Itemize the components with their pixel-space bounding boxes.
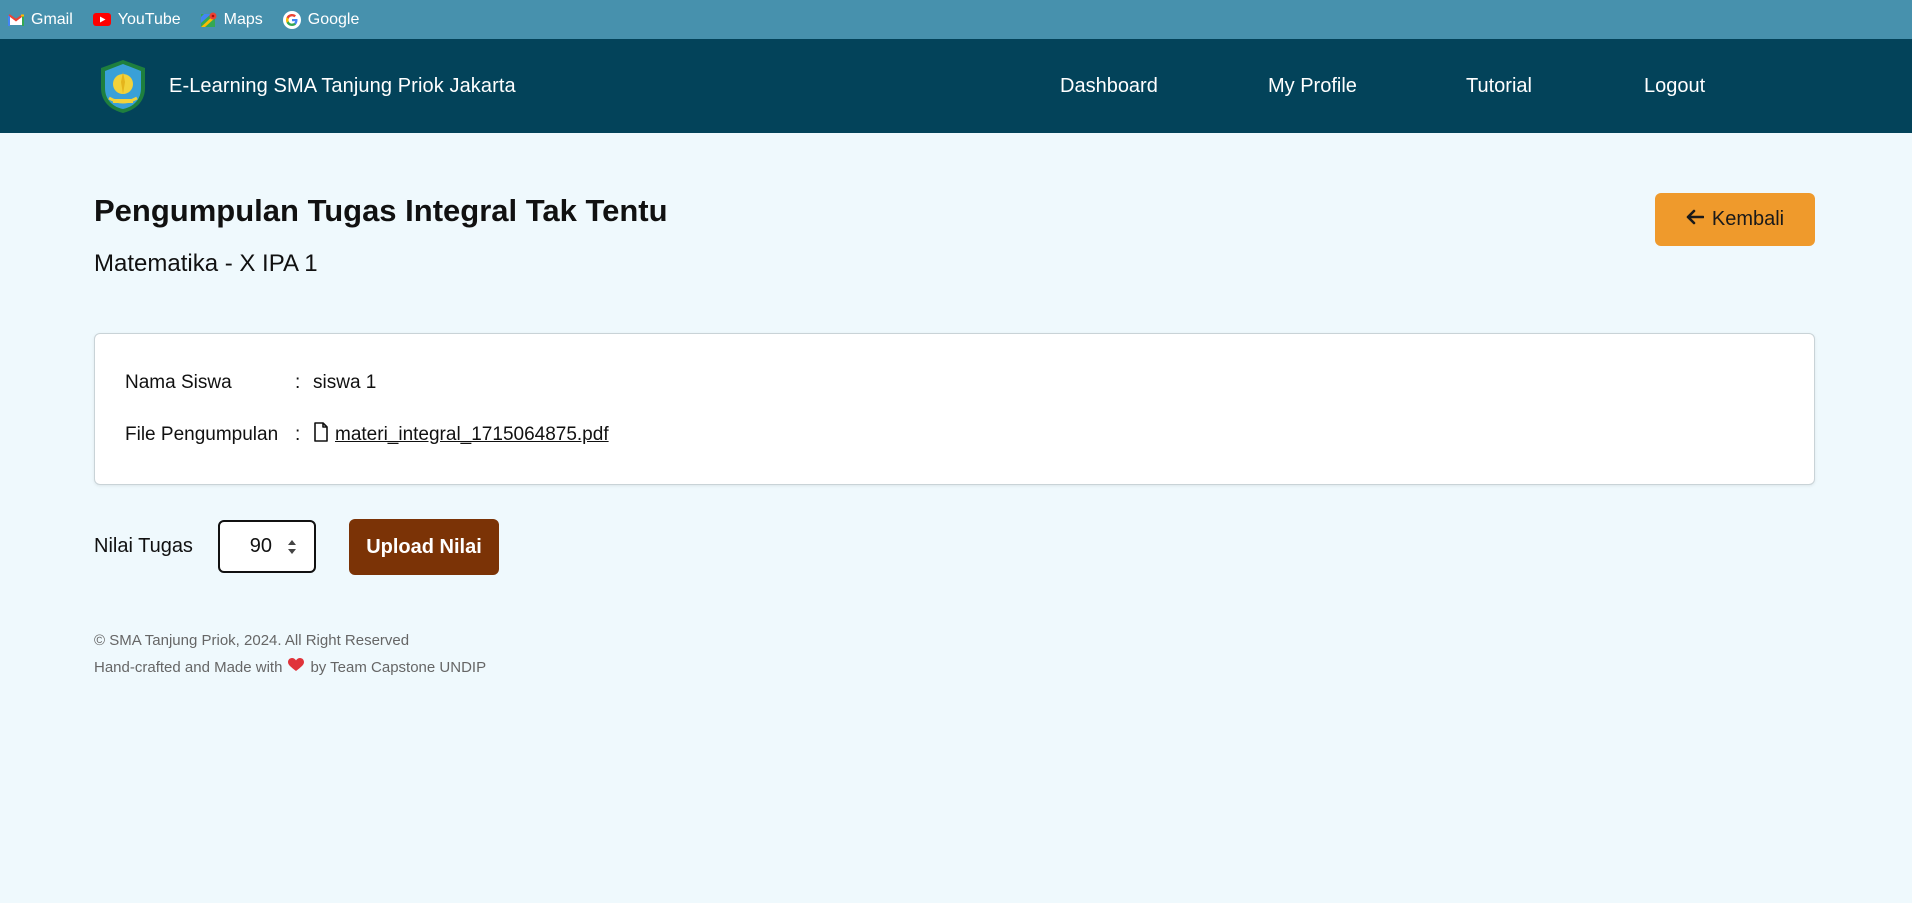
nav-tutorial[interactable]: Tutorial [1466, 39, 1532, 133]
nav-my-profile[interactable]: My Profile [1268, 39, 1357, 133]
credits-text-after: by Team Capstone UNDIP [310, 659, 487, 676]
back-button[interactable]: Kembali [1655, 193, 1815, 246]
student-name-row: Nama Siswa : siswa 1 [125, 372, 376, 394]
arrow-left-icon [1686, 208, 1705, 231]
bookmark-google[interactable]: Google [282, 10, 360, 29]
bookmark-maps[interactable]: Maps [200, 10, 263, 29]
bookmark-youtube[interactable]: YouTube [92, 10, 181, 29]
credits-line: Hand-crafted and Made with by Team Capst… [94, 654, 486, 681]
grade-input[interactable]: 90 [218, 520, 316, 573]
submission-card: Nama Siswa : siswa 1 File Pengumpulan : … [94, 333, 1815, 485]
file-row: File Pengumpulan : materi_integral_17150… [125, 422, 609, 448]
file-label: File Pengumpulan [125, 424, 279, 445]
bookmark-label: Maps [223, 10, 263, 28]
bookmark-label: Gmail [31, 10, 73, 28]
page-subtitle: Matematika - X IPA 1 [94, 250, 318, 277]
bookmarks-bar: Gmail YouTube Maps Google [0, 0, 1912, 39]
separator: : [295, 424, 301, 445]
youtube-icon [92, 13, 111, 26]
bookmark-label: Google [307, 10, 360, 28]
page-title: Pengumpulan Tugas Integral Tak Tentu [94, 193, 668, 228]
footer: © SMA Tanjung Priok, 2024. All Right Res… [94, 627, 486, 681]
credits-text-before: Hand-crafted and Made with [94, 659, 283, 676]
grade-value: 90 [249, 535, 272, 557]
number-spinner[interactable] [286, 537, 298, 557]
school-logo[interactable] [95, 58, 151, 114]
heart-icon [288, 654, 305, 681]
nav-logout[interactable]: Logout [1644, 39, 1705, 133]
submission-file-link[interactable]: materi_integral_1715064875.pdf [313, 422, 609, 448]
bookmark-gmail[interactable]: Gmail [8, 11, 73, 29]
site-brand[interactable]: E-Learning SMA Tanjung Priok Jakarta [169, 39, 516, 133]
spinner-arrows-icon [288, 539, 296, 554]
back-button-label: Kembali [1711, 208, 1785, 230]
student-name-label: Nama Siswa [125, 372, 232, 393]
grade-label: Nilai Tugas [94, 535, 193, 557]
file-icon [313, 422, 329, 448]
bookmark-label: YouTube [117, 10, 181, 28]
google-icon [282, 10, 301, 29]
maps-icon [200, 12, 217, 28]
upload-grade-button[interactable]: Upload Nilai [349, 519, 499, 575]
student-name-value: siswa 1 [313, 372, 377, 393]
navbar: E-Learning SMA Tanjung Priok Jakarta Das… [0, 39, 1912, 133]
gmail-icon [8, 13, 24, 26]
file-name: materi_integral_1715064875.pdf [335, 424, 609, 445]
copyright-text: © SMA Tanjung Priok, 2024. All Right Res… [94, 632, 410, 649]
separator: : [295, 372, 301, 393]
nav-dashboard[interactable]: Dashboard [1060, 39, 1158, 133]
